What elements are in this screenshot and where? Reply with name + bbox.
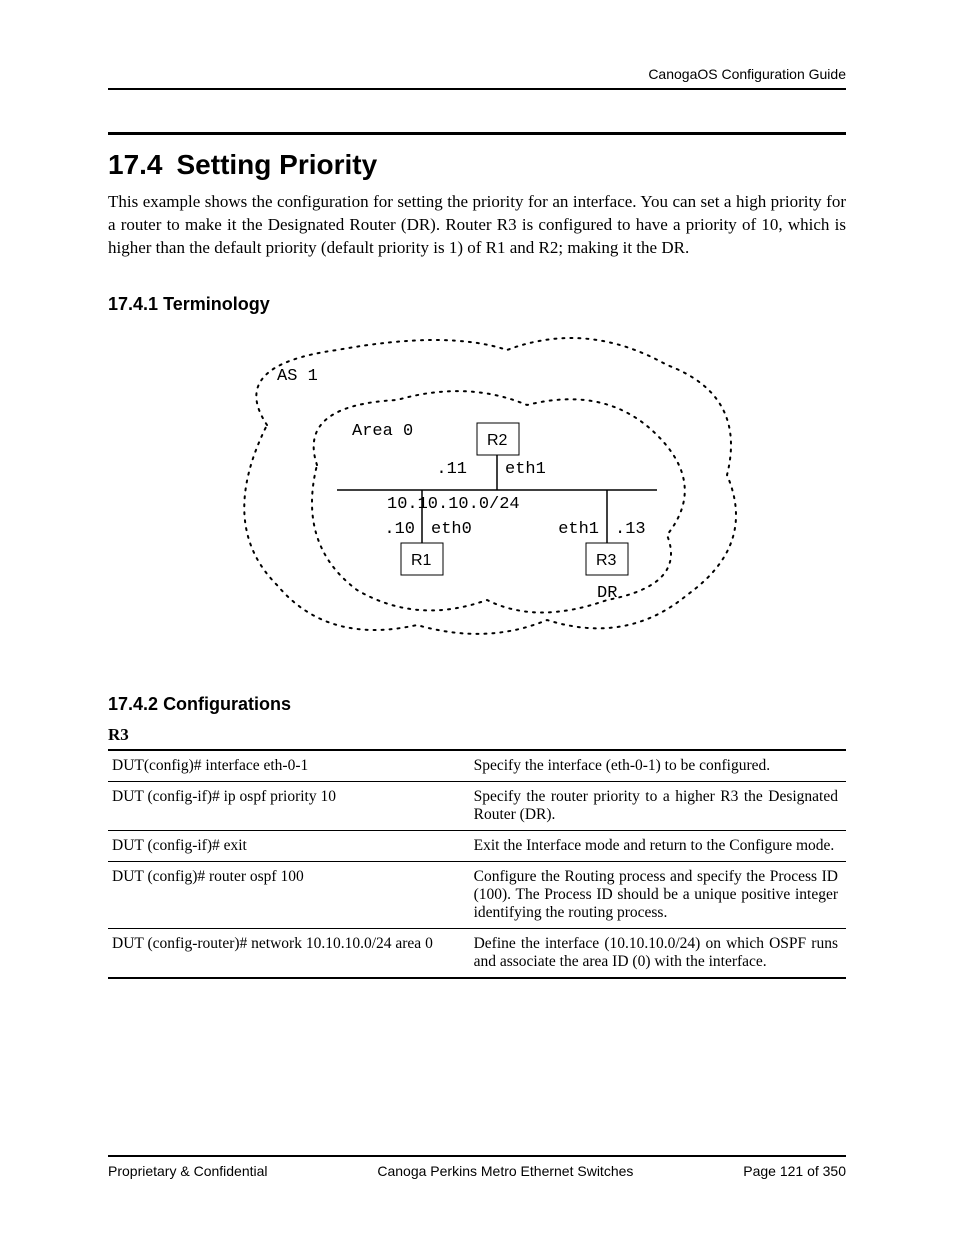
cmd-cell: DUT(config)# interface eth-0-1 xyxy=(108,750,470,782)
r3-role: DR xyxy=(597,584,617,603)
page-footer: Proprietary & Confidential Canoga Perkin… xyxy=(108,1155,846,1179)
table-row: DUT (config-if)# ip ospf priority 10 Spe… xyxy=(108,781,846,830)
topology-svg: AS 1 Area 0 10.10.10.0/24 R2 .11 eth1 R1… xyxy=(187,325,767,655)
area-label: Area 0 xyxy=(352,422,413,441)
subhead-configurations: 17.4.2 Configurations xyxy=(108,694,846,715)
section-intro: This example shows the configuration for… xyxy=(108,191,846,260)
footer-center: Canoga Perkins Metro Ethernet Switches xyxy=(377,1163,633,1179)
desc-cell: Configure the Routing process and specif… xyxy=(470,861,846,928)
cmd-cell: DUT (config)# router ospf 100 xyxy=(108,861,470,928)
subnet-label: 10.10.10.0/24 xyxy=(387,495,520,514)
cmd-cell: DUT (config-router)# network 10.10.10.0/… xyxy=(108,928,470,978)
section-title: 17.4 Setting Priority xyxy=(108,149,846,181)
r2-name: R2 xyxy=(487,432,508,449)
table-row: DUT (config-if)# exit Exit the Interface… xyxy=(108,830,846,861)
page: CanogaOS Configuration Guide 17.4 Setting… xyxy=(0,0,954,1235)
section-number: 17.4 xyxy=(108,149,163,180)
topology-diagram: AS 1 Area 0 10.10.10.0/24 R2 .11 eth1 R1… xyxy=(108,325,846,660)
desc-cell: Define the interface (10.10.10.0/24) on … xyxy=(470,928,846,978)
section-rule xyxy=(108,132,846,135)
r1-if: eth0 xyxy=(431,520,472,539)
subhead-number: 17.4.1 xyxy=(108,294,158,314)
table-row: DUT (config-router)# network 10.10.10.0/… xyxy=(108,928,846,978)
r3-host: .13 xyxy=(615,520,646,539)
subhead-terminology: 17.4.1 Terminology xyxy=(108,294,846,315)
section-name: Setting Priority xyxy=(177,149,378,180)
device-heading: R3 xyxy=(108,725,846,745)
table-row: DUT (config)# router ospf 100 Configure … xyxy=(108,861,846,928)
subhead-title: Terminology xyxy=(163,294,270,314)
as-boundary xyxy=(244,338,736,634)
r1-name: R1 xyxy=(411,552,432,569)
page-header: CanogaOS Configuration Guide xyxy=(108,66,846,90)
desc-cell: Exit the Interface mode and return to th… xyxy=(470,830,846,861)
cmd-cell: DUT (config-if)# ip ospf priority 10 xyxy=(108,781,470,830)
r2-host: .11 xyxy=(436,460,467,479)
footer-right: Page 121 of 350 xyxy=(743,1163,846,1179)
desc-cell: Specify the router priority to a higher … xyxy=(470,781,846,830)
doc-title: CanogaOS Configuration Guide xyxy=(648,66,846,82)
desc-cell: Specify the interface (eth-0-1) to be co… xyxy=(470,750,846,782)
table-row: DUT(config)# interface eth-0-1 Specify t… xyxy=(108,750,846,782)
r3-if: eth1 xyxy=(558,520,599,539)
subhead2-number: 17.4.2 xyxy=(108,694,158,714)
as-label: AS 1 xyxy=(277,367,318,386)
r1-host: .10 xyxy=(384,520,415,539)
cmd-cell: DUT (config-if)# exit xyxy=(108,830,470,861)
r3-name: R3 xyxy=(596,552,617,569)
subhead2-title: Configurations xyxy=(163,694,291,714)
footer-left: Proprietary & Confidential xyxy=(108,1163,268,1179)
r2-if: eth1 xyxy=(505,460,546,479)
config-table: DUT(config)# interface eth-0-1 Specify t… xyxy=(108,749,846,979)
